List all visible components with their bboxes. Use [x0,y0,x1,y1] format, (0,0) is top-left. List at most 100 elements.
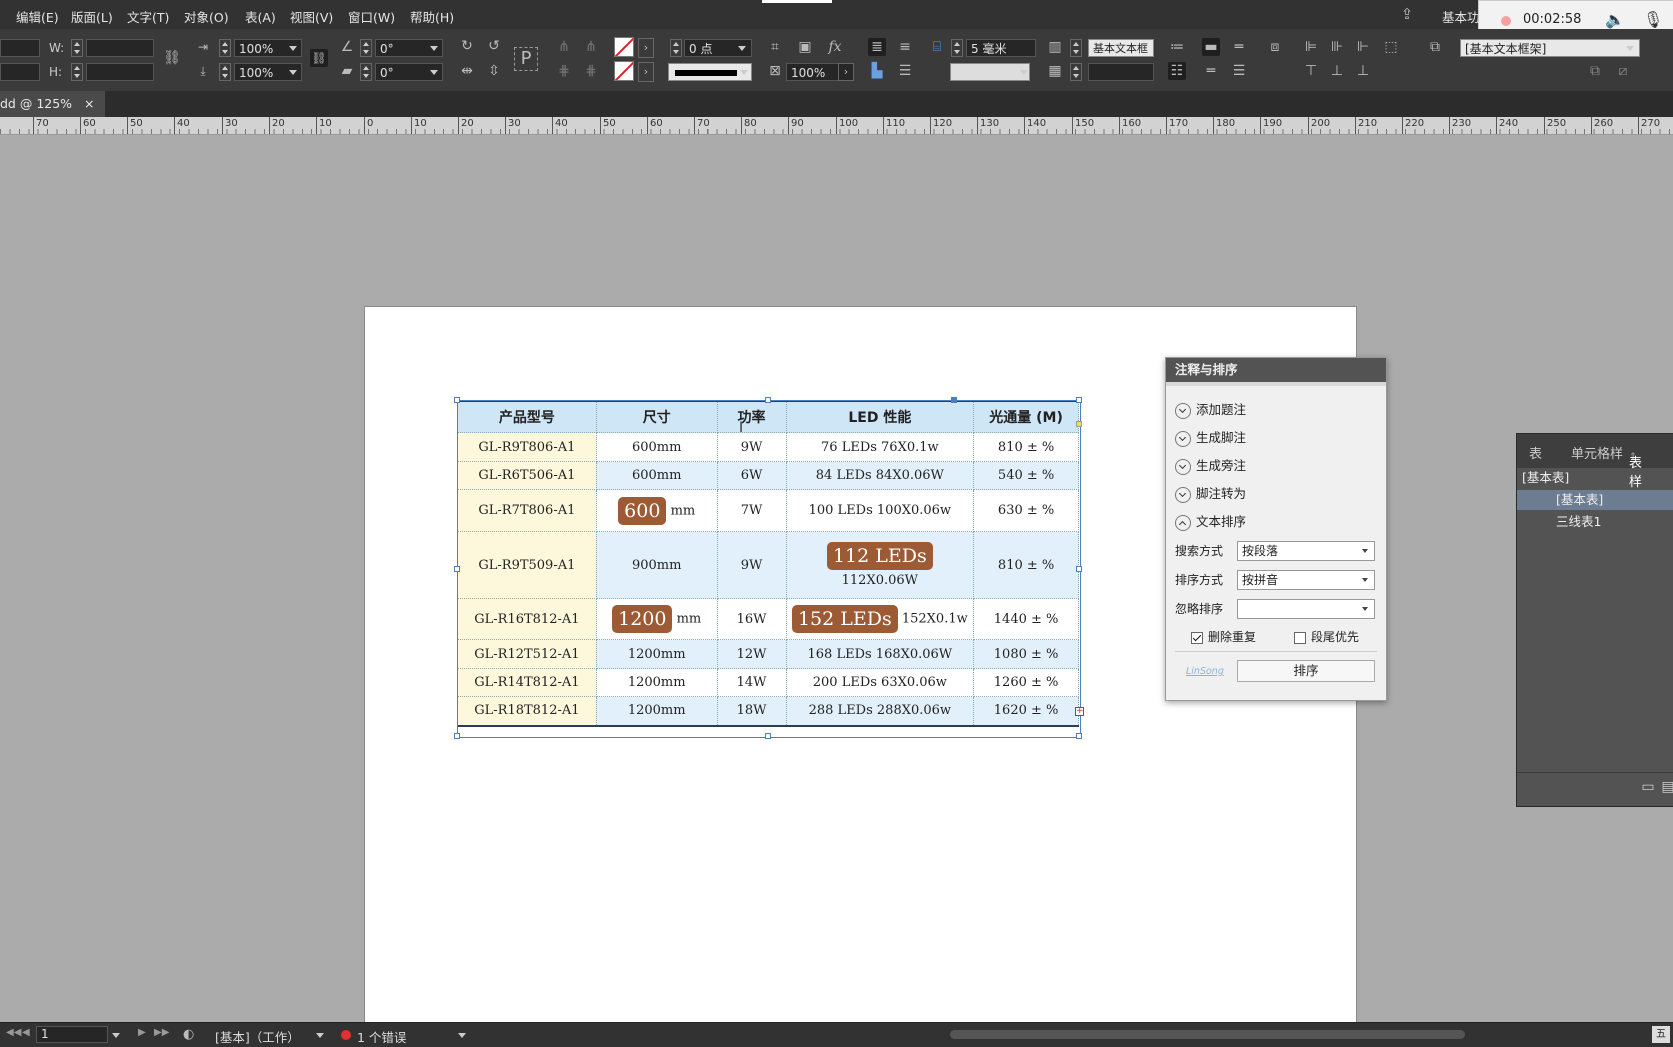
action-convert-footnote[interactable]: 脚注转为 [1175,484,1246,504]
menu-type[interactable]: 文字(T) [127,7,169,26]
constrain-scale-icon[interactable]: ⛓ [310,49,328,67]
align-bottom-edges-icon[interactable]: ⊥ [1354,62,1372,80]
tail-first-checkbox[interactable]: 段尾优先 [1294,627,1359,647]
distribute-4-icon[interactable]: ⋕ [582,62,600,80]
reference-point-icon[interactable]: P [514,47,538,71]
workspace-label[interactable]: 基本功 [1442,7,1480,26]
fill-none-swatch[interactable] [614,37,634,57]
scale-y-spinner[interactable] [219,63,231,81]
redefine-style-icon[interactable]: ⧄ [1614,62,1632,80]
share-icon[interactable]: ⇪ [1398,5,1416,23]
in-port-icon[interactable] [1076,421,1082,427]
style-item-three-line[interactable]: 三线表1 [1517,512,1673,532]
new-style-icon[interactable]: ▤ [1659,778,1673,796]
inset-field[interactable]: 5 毫米 [966,39,1036,57]
align-vertical-centers-icon[interactable]: ⊥ [1328,62,1346,80]
scale-x-dropdown-icon[interactable] [289,44,297,52]
scale-x-spinner[interactable] [219,39,231,57]
sort-button[interactable]: 排序 [1237,660,1375,682]
scale-y-dropdown-icon[interactable] [289,68,297,76]
clear-overrides-icon[interactable]: ⧉ [1586,62,1604,80]
fill-color-field[interactable] [950,63,1030,81]
cell-power[interactable]: 6W [716,461,787,490]
gutter-spinner[interactable] [1070,63,1082,81]
cell-led[interactable]: 76 LEDs 76X0.1w [785,432,975,462]
stroke-type-dropdown-icon[interactable] [740,68,748,76]
fill-color-dropdown-icon[interactable] [1020,68,1028,76]
h-spinner[interactable] [71,63,83,81]
cell-lumen[interactable]: 540 ± % [973,461,1079,490]
last-page-icon[interactable]: ▶▶ [154,1027,169,1038]
effects-fx-icon[interactable]: fx [826,38,844,56]
split-columns-icon[interactable]: ═ [1230,38,1248,56]
cell-power[interactable]: 9W [716,531,787,599]
constrain-link-icon[interactable]: ⛓ [163,49,181,67]
header-model[interactable]: 产品型号 [457,400,597,433]
menu-layout[interactable]: 版面(L) [71,7,113,26]
menu-edit[interactable]: 编辑(E) [16,7,59,26]
align-right-edges-icon[interactable]: ⊩ [1354,38,1372,56]
stroke-weight-spinner[interactable] [670,39,682,57]
balance-columns-icon[interactable]: ═ [1202,62,1220,80]
width-field[interactable] [86,39,154,57]
microphone-icon[interactable]: 🎙 [1643,10,1663,29]
page-number-field[interactable]: 1 [36,1026,108,1043]
stroke-weight-dropdown-icon[interactable] [738,44,746,52]
errors-dropdown-icon[interactable] [458,1031,466,1039]
preflight-profile[interactable]: [基本]（工作） [215,1027,300,1046]
distribute-2-icon[interactable]: ⋔ [582,38,600,56]
align-center-text-icon[interactable]: ≡ [896,38,914,56]
header-power[interactable]: 功率 [716,400,787,433]
menu-view[interactable]: 视图(V) [290,7,333,26]
horizontal-ruler[interactable]: 70 60 50 40 30 20 10 0 10 20 30 40 50 60… [0,117,1673,135]
search-mode-select[interactable]: 按段落 [1237,541,1375,561]
action-add-caption[interactable]: 添加题注 [1175,400,1246,420]
x-field[interactable] [0,39,40,57]
cell-power[interactable]: 12W [716,639,787,669]
fill-menu-icon[interactable]: › [638,38,654,58]
distribute-icon[interactable]: ⋔ [555,38,573,56]
cell-power[interactable]: 18W [716,696,787,727]
action-text-sort[interactable]: 文本排序 [1175,512,1246,532]
document-tab[interactable]: dd @ 125% × [0,91,105,117]
cell-lumen[interactable]: 810 ± % [973,531,1079,599]
header-lumen[interactable]: 光通量 (M) [973,400,1079,433]
align-left-edges-icon[interactable]: ⊫ [1302,38,1320,56]
gutter-field[interactable] [1088,63,1154,81]
flip-vertical-icon[interactable]: ⇳ [485,62,503,80]
rotate-ccw-icon[interactable]: ↺ [485,37,503,55]
ime-indicator-icon[interactable]: 五 [1652,1026,1670,1043]
cell-power[interactable]: 14W [716,668,787,697]
anchor-handle[interactable] [951,397,957,403]
style-item-basic-group[interactable]: [基本表] [1517,468,1673,488]
handle-bottom-middle[interactable] [765,733,771,739]
header-led[interactable]: LED 性能 [785,400,975,433]
stroke-none-swatch[interactable] [614,61,634,81]
header-size[interactable]: 尺寸 [595,400,718,433]
text-wrap-icon[interactable]: ▙ [868,62,886,80]
cell-model[interactable]: GL-R9T806-A1 [457,432,597,462]
new-group-folder-icon[interactable]: ▭ [1639,778,1657,796]
spec-table[interactable]: 产品型号 尺寸 功率 LED 性能 光通量 (M) GL-R9T806-A1 6… [457,400,1079,727]
object-style-field[interactable]: [基本文本框架] [1460,39,1640,57]
error-count[interactable]: 1 个错误 [357,1027,406,1046]
paragraph-style-field[interactable]: 基本文本框 [1088,39,1154,57]
cell-lumen[interactable]: 1620 ± % [973,696,1079,727]
cell-model[interactable]: GL-R9T509-A1 [457,531,597,599]
object-style-dropdown-icon[interactable] [1626,44,1634,52]
cell-led[interactable]: 288 LEDs 288X0.06w [785,696,975,727]
cell-size[interactable]: 1200mm [595,696,718,727]
inset-spinner[interactable] [951,39,963,57]
profile-dropdown-icon[interactable] [316,1031,324,1039]
action-gen-sidenote[interactable]: 生成旁注 [1175,456,1246,476]
height-field[interactable] [86,63,154,81]
action-gen-footnote[interactable]: 生成脚注 [1175,428,1246,448]
align-justify-text-icon[interactable]: ☰ [896,62,914,80]
list-numbered-icon[interactable]: ☷ [1168,62,1186,80]
handle-middle-left[interactable] [454,566,460,572]
close-tab-icon[interactable]: × [84,96,94,111]
menu-object[interactable]: 对象(O) [184,7,229,26]
cell-lumen[interactable]: 1440 ± % [973,598,1079,640]
align-top-text-icon[interactable]: ≣ [868,38,886,56]
cell-lumen[interactable]: 630 ± % [973,489,1079,532]
